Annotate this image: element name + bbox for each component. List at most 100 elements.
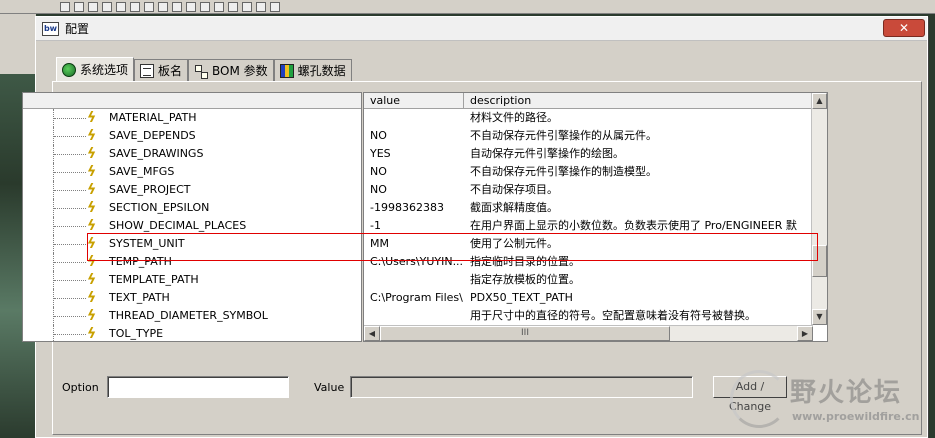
tree-item-label: SAVE_DEPENDS xyxy=(109,129,196,142)
tree-item-label: TEMP_PATH xyxy=(109,255,172,268)
tree-item-label: SAVE_PROJECT xyxy=(109,183,191,196)
list-row[interactable]: YES 自动保存元件引擎操作的绘图。 xyxy=(364,145,813,163)
option-input[interactable] xyxy=(107,376,289,398)
list-row[interactable]: 材料文件的路径。 xyxy=(364,109,813,127)
value-label: Value xyxy=(314,381,345,394)
lightning-icon: ϟ xyxy=(87,308,97,324)
toolbar-icon[interactable] xyxy=(158,1,168,12)
tab-strip: 系统选项 板名 BOM 参数 螺孔数据 xyxy=(56,57,352,81)
list-row[interactable]: C:\Program Files\... PDX50_TEXT_PATH xyxy=(364,289,813,307)
background-panel xyxy=(0,14,36,74)
toolbar-icon[interactable] xyxy=(214,1,224,12)
tree-item-label: SECTION_EPSILON xyxy=(109,201,210,214)
dialog-title: 配置 xyxy=(65,22,90,36)
lightning-icon: ϟ xyxy=(87,290,97,306)
tab-hole-data[interactable]: 螺孔数据 xyxy=(273,59,352,81)
tree-item[interactable]: ϟ MATERIAL_PATH xyxy=(23,109,361,127)
option-list[interactable]: value description 材料文件的路径。 NO 不自动保存元件引擎操作… xyxy=(363,92,828,342)
tree-item[interactable]: ϟ SECTION_EPSILON xyxy=(23,199,361,217)
cell-value: NO xyxy=(370,129,387,142)
toolbar-icon[interactable] xyxy=(102,1,112,12)
list-row[interactable]: C:\Users\YUYIN... 指定临时目录的位置。 xyxy=(364,253,813,271)
tree-header xyxy=(23,93,361,109)
column-header-description[interactable]: description xyxy=(464,93,827,108)
tab-label: 系统选项 xyxy=(80,63,129,77)
cell-description: 在用户界面上显示的小数位数。负数表示使用了 Pro/ENGINEER 默 xyxy=(470,219,797,232)
tree-item[interactable]: ϟ SHOW_DECIMAL_PLACES xyxy=(23,217,361,235)
list-row[interactable]: 用于尺寸中的直径的符号。空配置意味着没有符号被替换。 xyxy=(364,307,813,325)
value-input[interactable] xyxy=(350,376,693,398)
tab-board-name[interactable]: 板名 xyxy=(134,59,189,81)
list-row[interactable]: -1998362383 截面求解精度值。 xyxy=(364,199,813,217)
close-button[interactable]: ✕ xyxy=(883,19,925,37)
scroll-left-icon[interactable]: ◀ xyxy=(364,326,380,341)
option-tree[interactable]: ϟ MATERIAL_PATH ϟ SAVE_DEPENDS ϟ SAVE_DRAWI… xyxy=(22,92,362,342)
toolbar-icon[interactable] xyxy=(144,1,154,12)
tree-item[interactable]: ϟ TEMPLATE_PATH xyxy=(23,271,361,289)
tab-system-options[interactable]: 系统选项 xyxy=(56,57,135,81)
cell-value: YES xyxy=(370,147,391,160)
column-header-value[interactable]: value xyxy=(364,93,464,108)
list-row[interactable]: NO 不自动保存元件引擎操作的制造模型。 xyxy=(364,163,813,181)
tab-label: BOM 参数 xyxy=(212,64,268,78)
list-row[interactable]: -1 在用户界面上显示的小数位数。负数表示使用了 Pro/ENGINEER 默 xyxy=(364,217,813,235)
toolbar-icon[interactable] xyxy=(186,1,196,12)
cell-value xyxy=(364,307,464,325)
tree-item[interactable]: ϟ TEXT_PATH xyxy=(23,289,361,307)
toolbar-icon[interactable] xyxy=(74,1,84,12)
vertical-scrollbar[interactable]: ▲ ▼ xyxy=(811,93,827,325)
tree-item[interactable]: ϟ TEMP_PATH xyxy=(23,253,361,271)
toolbar-icon[interactable] xyxy=(130,1,140,12)
list-header: value description xyxy=(364,93,827,109)
cell-value: C:\Users\YUYIN... xyxy=(370,255,464,268)
toolbar-icon[interactable] xyxy=(228,1,238,12)
cell-value: NO xyxy=(370,183,387,196)
scroll-down-icon[interactable]: ▼ xyxy=(812,309,827,325)
globe-icon xyxy=(62,62,76,77)
tree-item-label: SHOW_DECIMAL_PLACES xyxy=(109,219,247,232)
scroll-right-icon[interactable]: ▶ xyxy=(797,326,813,341)
lightning-icon: ϟ xyxy=(87,272,97,288)
lightning-icon: ϟ xyxy=(87,236,97,252)
tree-item[interactable]: ϟ SAVE_DEPENDS xyxy=(23,127,361,145)
toolbar-icon[interactable] xyxy=(116,1,126,12)
tree-item[interactable]: ϟ SAVE_PROJECT xyxy=(23,181,361,199)
cell-description: 不自动保存元件引擎操作的从属元件。 xyxy=(470,129,657,142)
list-row[interactable]: 指定存放模板的位置。 xyxy=(364,271,813,289)
cell-value: -1 xyxy=(370,219,381,232)
horizontal-scrollbar[interactable]: ◀ III ▶ xyxy=(364,325,813,341)
tree-item-label: THREAD_DIAMETER_SYMBOL xyxy=(109,309,268,322)
toolbar-icon[interactable] xyxy=(60,1,70,12)
background-toolbar xyxy=(0,0,935,14)
toolbar-icon[interactable] xyxy=(242,1,252,12)
cell-description: 截面求解精度值。 xyxy=(470,201,558,214)
cell-description: 材料文件的路径。 xyxy=(470,111,558,124)
toolbar-icon[interactable] xyxy=(88,1,98,12)
scroll-up-icon[interactable]: ▲ xyxy=(812,93,827,109)
list-row[interactable]: NO 不自动保存项目。 xyxy=(364,181,813,199)
add-change-button[interactable]: Add / Change xyxy=(713,376,787,413)
toolbar-icon[interactable] xyxy=(172,1,182,12)
list-row[interactable]: NO 不自动保存元件引擎操作的从属元件。 xyxy=(364,127,813,145)
tree-item-label: SYSTEM_UNIT xyxy=(109,237,185,250)
tree-item[interactable]: ϟ SYSTEM_UNIT xyxy=(23,235,361,253)
toolbar-icon[interactable] xyxy=(256,1,266,12)
dialog-titlebar[interactable]: bw 配置 xyxy=(36,17,927,41)
vertical-scroll-thumb[interactable] xyxy=(812,245,827,277)
tree-item-label: TEMPLATE_PATH xyxy=(109,273,199,286)
lightning-icon: ϟ xyxy=(87,128,97,144)
tab-bom-params[interactable]: BOM 参数 xyxy=(188,59,274,81)
toolbar-icon[interactable] xyxy=(200,1,210,12)
horizontal-scroll-thumb[interactable]: III xyxy=(380,326,670,341)
tree-item[interactable]: ϟ THREAD_DIAMETER_SYMBOL xyxy=(23,307,361,325)
cell-value xyxy=(364,271,464,289)
option-label: Option xyxy=(62,381,99,394)
cell-value: -1998362383 xyxy=(370,201,444,214)
tree-item-label: SAVE_MFGS xyxy=(109,165,175,178)
tree-item[interactable]: ϟ SAVE_MFGS xyxy=(23,163,361,181)
lightning-icon: ϟ xyxy=(87,200,97,216)
tree-item[interactable]: ϟ SAVE_DRAWINGS xyxy=(23,145,361,163)
list-row[interactable]: MM 使用了公制元件。 xyxy=(364,235,813,253)
tree-item[interactable]: ϟ TOL_TYPE xyxy=(23,325,361,341)
toolbar-icon[interactable] xyxy=(270,1,280,12)
